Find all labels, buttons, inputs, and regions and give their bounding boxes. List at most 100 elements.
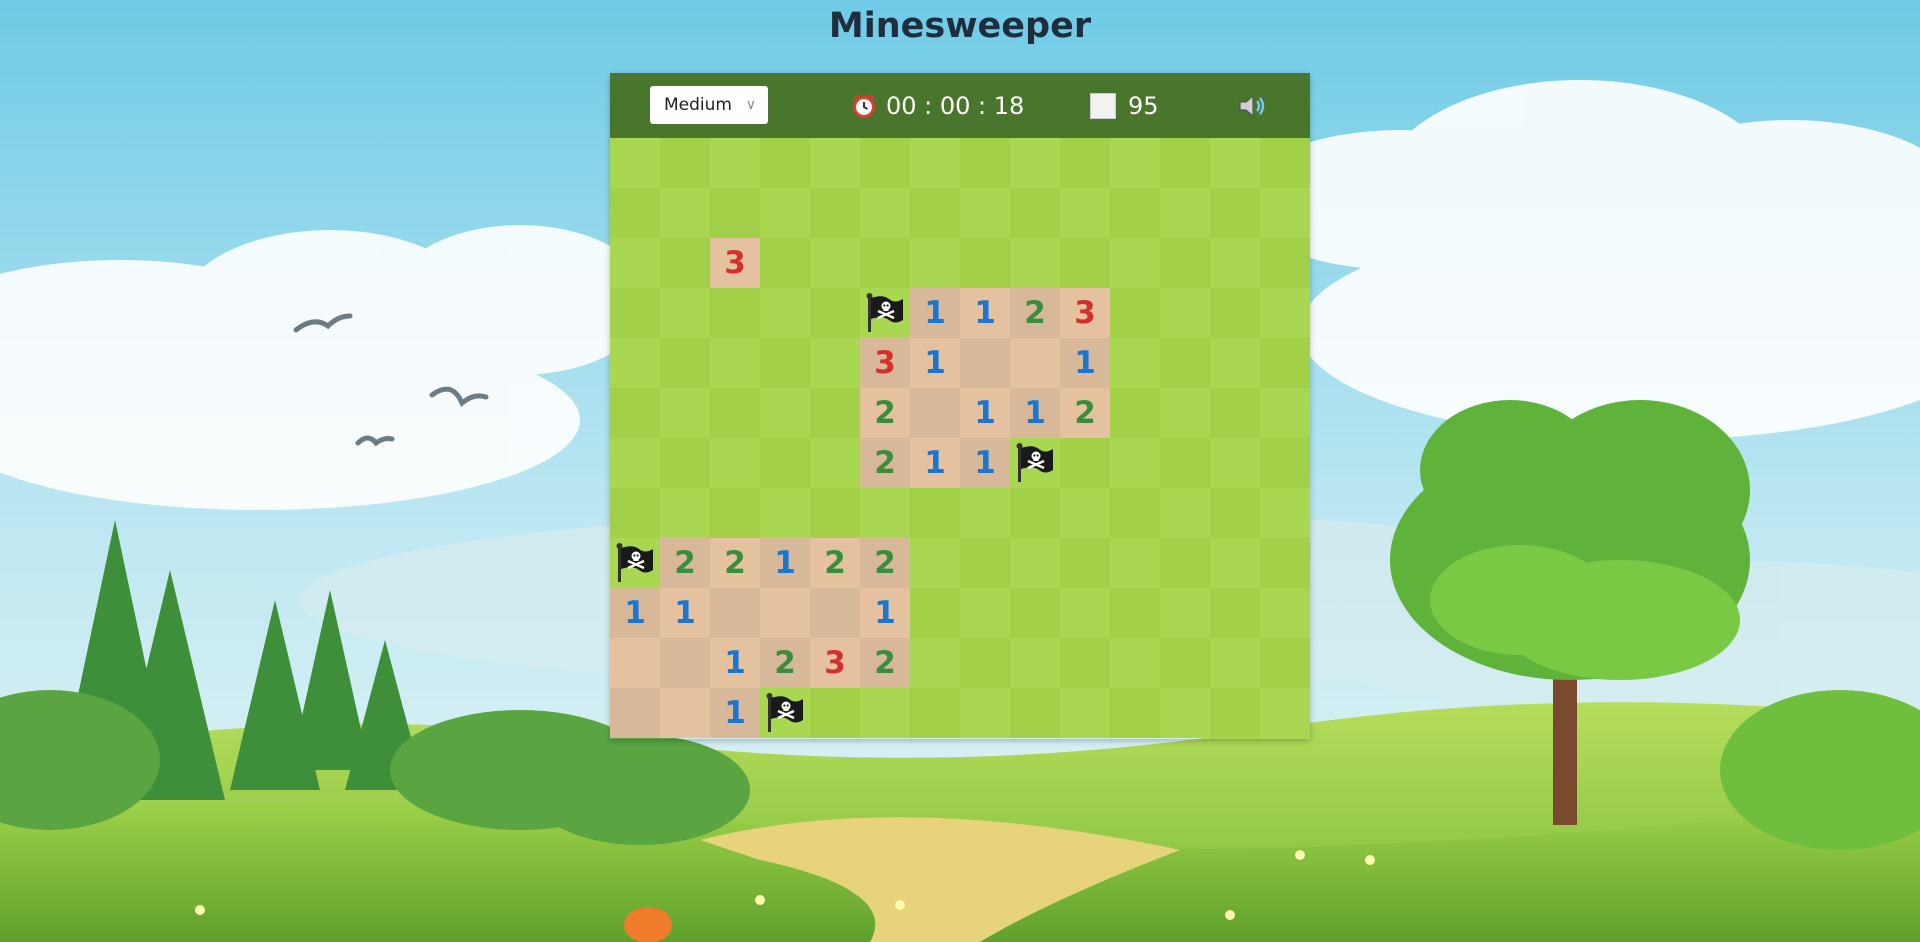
cell-unrevealed[interactable] xyxy=(760,188,810,238)
cell-unrevealed[interactable] xyxy=(960,488,1010,538)
cell-number[interactable]: 1 xyxy=(910,338,960,388)
cell-number[interactable]: 1 xyxy=(910,438,960,488)
cell-number[interactable]: 1 xyxy=(610,588,660,638)
cell-unrevealed[interactable] xyxy=(1210,538,1260,588)
cell-unrevealed[interactable] xyxy=(1210,188,1260,238)
cell-unrevealed[interactable] xyxy=(1010,488,1060,538)
cell-unrevealed[interactable] xyxy=(810,238,860,288)
cell-unrevealed[interactable] xyxy=(910,638,960,688)
cell-unrevealed[interactable] xyxy=(1210,688,1260,738)
cell-unrevealed[interactable] xyxy=(960,188,1010,238)
cell-unrevealed[interactable] xyxy=(1210,138,1260,188)
cell-revealed-empty[interactable] xyxy=(760,588,810,638)
cell-unrevealed[interactable] xyxy=(1160,638,1210,688)
cell-number[interactable]: 2 xyxy=(860,638,910,688)
cell-revealed-empty[interactable] xyxy=(960,338,1010,388)
cell-unrevealed[interactable] xyxy=(1010,538,1060,588)
cell-unrevealed[interactable] xyxy=(860,238,910,288)
cell-unrevealed[interactable] xyxy=(860,138,910,188)
cell-revealed-empty[interactable] xyxy=(810,588,860,638)
cell-unrevealed[interactable] xyxy=(1060,138,1110,188)
cell-unrevealed[interactable] xyxy=(1060,438,1110,488)
cell-unrevealed[interactable] xyxy=(1160,588,1210,638)
cell-number[interactable]: 1 xyxy=(760,538,810,588)
cell-unrevealed[interactable] xyxy=(760,388,810,438)
cell-revealed-empty[interactable] xyxy=(710,588,760,638)
cell-unrevealed[interactable] xyxy=(1260,538,1310,588)
cell-unrevealed[interactable] xyxy=(660,238,710,288)
cell-revealed-empty[interactable] xyxy=(660,638,710,688)
cell-unrevealed[interactable] xyxy=(1260,588,1310,638)
cell-unrevealed[interactable] xyxy=(610,488,660,538)
cell-unrevealed[interactable] xyxy=(1260,438,1310,488)
cell-unrevealed[interactable] xyxy=(1060,488,1110,538)
cell-revealed-empty[interactable] xyxy=(660,688,710,738)
cell-unrevealed[interactable] xyxy=(1110,338,1160,388)
cell-number[interactable]: 3 xyxy=(710,238,760,288)
cell-unrevealed[interactable] xyxy=(1110,238,1160,288)
cell-unrevealed[interactable] xyxy=(810,188,860,238)
cell-number[interactable]: 3 xyxy=(1060,288,1110,338)
cell-number[interactable]: 2 xyxy=(660,538,710,588)
cell-unrevealed[interactable] xyxy=(710,338,760,388)
cell-unrevealed[interactable] xyxy=(610,438,660,488)
cell-unrevealed[interactable] xyxy=(1210,388,1260,438)
cell-number[interactable]: 1 xyxy=(710,638,760,688)
cell-unrevealed[interactable] xyxy=(810,138,860,188)
cell-unrevealed[interactable] xyxy=(1060,238,1110,288)
difficulty-select[interactable]: Medium ∨ xyxy=(650,86,768,124)
cell-unrevealed[interactable] xyxy=(1010,138,1060,188)
cell-unrevealed[interactable] xyxy=(710,438,760,488)
cell-unrevealed[interactable] xyxy=(860,488,910,538)
cell-unrevealed[interactable] xyxy=(1010,638,1060,688)
cell-unrevealed[interactable] xyxy=(660,188,710,238)
cell-unrevealed[interactable] xyxy=(910,538,960,588)
cell-unrevealed[interactable] xyxy=(1110,388,1160,438)
cell-unrevealed[interactable] xyxy=(1160,238,1210,288)
cell-unrevealed[interactable] xyxy=(960,588,1010,638)
cell-unrevealed[interactable] xyxy=(1260,388,1310,438)
cell-unrevealed[interactable] xyxy=(910,588,960,638)
cell-unrevealed[interactable] xyxy=(1260,688,1310,738)
cell-unrevealed[interactable] xyxy=(810,488,860,538)
cell-unrevealed[interactable] xyxy=(1160,338,1210,388)
cell-number[interactable]: 1 xyxy=(910,288,960,338)
cell-number[interactable]: 2 xyxy=(760,638,810,688)
cell-unrevealed[interactable] xyxy=(1110,638,1160,688)
cell-unrevealed[interactable] xyxy=(1110,588,1160,638)
cell-revealed-empty[interactable] xyxy=(610,688,660,738)
cell-unrevealed[interactable] xyxy=(1210,588,1260,638)
cell-number[interactable]: 1 xyxy=(960,288,1010,338)
cell-unrevealed[interactable] xyxy=(610,338,660,388)
cell-unrevealed[interactable] xyxy=(710,188,760,238)
cell-unrevealed[interactable] xyxy=(1160,188,1210,238)
cell-number[interactable]: 1 xyxy=(1010,388,1060,438)
cell-unrevealed[interactable] xyxy=(1260,188,1310,238)
cell-unrevealed[interactable] xyxy=(1260,288,1310,338)
cell-unrevealed[interactable] xyxy=(1160,138,1210,188)
cell-unrevealed[interactable] xyxy=(1060,588,1110,638)
cell-unrevealed[interactable] xyxy=(1160,438,1210,488)
cell-unrevealed[interactable] xyxy=(1260,138,1310,188)
cell-number[interactable]: 2 xyxy=(1010,288,1060,338)
cell-unrevealed[interactable] xyxy=(710,388,760,438)
cell-flagged[interactable] xyxy=(860,288,910,338)
cell-unrevealed[interactable] xyxy=(910,238,960,288)
cell-unrevealed[interactable] xyxy=(1210,288,1260,338)
cell-number[interactable]: 3 xyxy=(860,338,910,388)
cell-unrevealed[interactable] xyxy=(960,538,1010,588)
speaker-icon[interactable] xyxy=(1238,93,1268,119)
cell-number[interactable]: 1 xyxy=(710,688,760,738)
cell-unrevealed[interactable] xyxy=(960,638,1010,688)
cell-unrevealed[interactable] xyxy=(810,288,860,338)
cell-revealed-empty[interactable] xyxy=(910,388,960,438)
cell-unrevealed[interactable] xyxy=(760,438,810,488)
cell-unrevealed[interactable] xyxy=(710,138,760,188)
cell-unrevealed[interactable] xyxy=(910,488,960,538)
cell-unrevealed[interactable] xyxy=(760,138,810,188)
cell-unrevealed[interactable] xyxy=(1210,438,1260,488)
cell-unrevealed[interactable] xyxy=(1210,488,1260,538)
cell-number[interactable]: 3 xyxy=(810,638,860,688)
cell-revealed-empty[interactable] xyxy=(610,638,660,688)
cell-unrevealed[interactable] xyxy=(1260,638,1310,688)
